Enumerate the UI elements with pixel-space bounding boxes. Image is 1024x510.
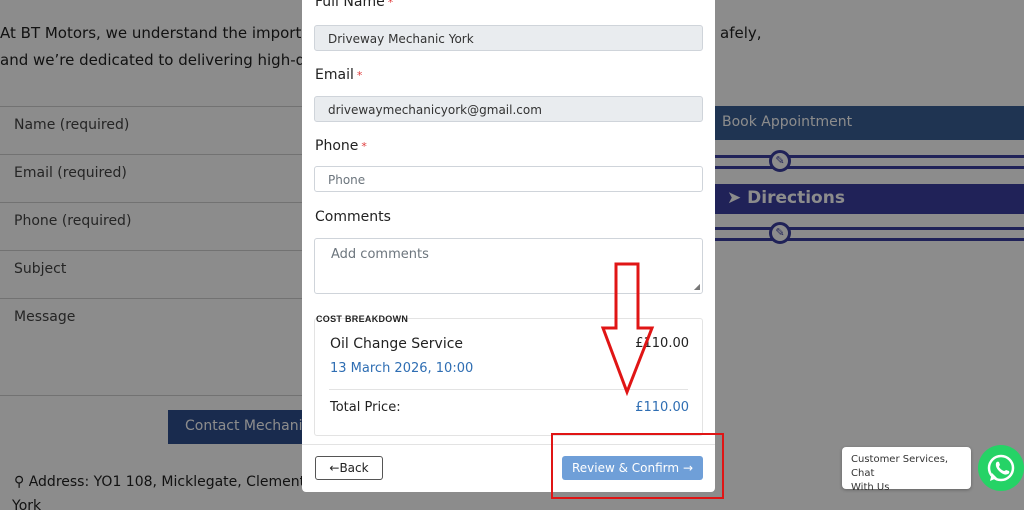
email-label: Email *: [315, 67, 363, 83]
total-price-label: Total Price:: [330, 400, 401, 415]
service-datetime: 13 March 2026, 10:00: [330, 361, 474, 376]
back-button[interactable]: ←Back: [315, 456, 383, 480]
required-marker: *: [356, 69, 363, 82]
annotation-arrow-icon: [600, 262, 655, 396]
chat-tooltip[interactable]: Customer Services, Chat With Us: [842, 447, 971, 493]
full-name-label: Full Name *: [315, 0, 393, 10]
full-name-input[interactable]: Driveway Mechanic York: [314, 25, 703, 51]
comments-label: Comments: [315, 209, 391, 225]
whatsapp-chat-button[interactable]: [978, 445, 1024, 491]
total-price-value: £110.00: [635, 400, 689, 415]
whatsapp-icon: [987, 454, 1015, 482]
phone-input[interactable]: Phone: [314, 166, 703, 192]
resize-handle-icon[interactable]: ◢: [694, 282, 700, 291]
required-marker: *: [387, 0, 394, 9]
booking-modal: Full Name * Driveway Mechanic York Email *…: [302, 0, 715, 492]
annotation-highlight-box: [551, 433, 724, 499]
service-name: Oil Change Service: [330, 336, 464, 352]
email-input[interactable]: drivewaymechanicyork@gmail.com: [314, 96, 703, 122]
required-marker: *: [361, 140, 367, 153]
arrow-left-icon: ←: [329, 461, 340, 475]
cost-breakdown-heading: COST BREAKDOWN: [316, 314, 409, 324]
phone-label: Phone *: [315, 138, 367, 154]
